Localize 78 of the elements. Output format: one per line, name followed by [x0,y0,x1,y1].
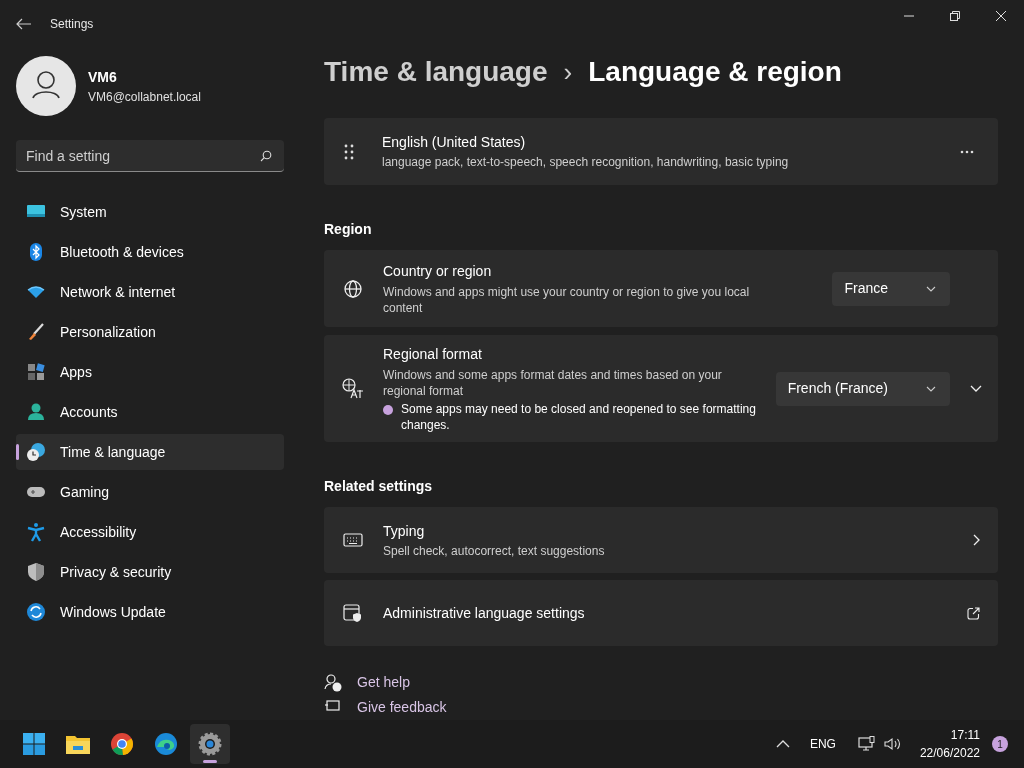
external-link-icon [967,606,980,620]
wave-browser-icon [154,732,178,756]
clock-time[interactable]: 17:11 [950,726,980,744]
drag-handle-icon[interactable] [344,143,354,160]
network-icon[interactable] [857,736,876,752]
dropdown[interactable]: France [832,271,950,306]
search-field[interactable]: Find a setting [16,140,284,172]
avatar-icon [16,56,76,116]
globe-icon [343,278,363,299]
sidebar-item[interactable]: Accounts [16,394,284,430]
language-description: language pack, text-to-speech, speech recognition, handwriting, basic typing [382,154,790,171]
sidebar-item[interactable]: Apps [16,354,284,390]
breadcrumb-link[interactable]: Time & language [324,51,548,93]
taskbar-app[interactable] [190,724,230,764]
shield-icon [26,562,46,582]
update-icon [26,602,46,622]
chevron-down-icon [926,285,936,292]
setting-description: Spell check, autocorrect, text suggestions [383,542,606,560]
sidebar-item[interactable]: Privacy & security [16,554,284,590]
info-note: Some apps may need to be closed and reopened to see formatting changes. [401,401,757,433]
chevron-down-icon [926,385,936,392]
folder-icon [65,733,91,755]
apps-icon [26,362,46,382]
selection-indicator [16,444,19,460]
info-icon [383,405,393,415]
help-link[interactable]: Give feedback [357,697,447,718]
sidebar-item[interactable]: Network & internet [16,274,284,310]
setting-title: Administrative language settings [383,603,586,623]
breadcrumb-separator: › [563,55,573,89]
page-title: Language & region [588,55,842,89]
close-icon [996,11,1006,21]
setting-title: Typing [383,521,426,541]
sidebar-item[interactable]: Personalization [16,314,284,350]
language-icon [342,377,364,400]
window-shield-icon [343,603,363,623]
brush-icon [26,322,46,342]
gear-icon [198,732,222,756]
sidebar-item[interactable]: Gaming [16,474,284,510]
accessibility-icon [26,522,46,542]
setting-description: Windows and some apps format dates and times based on your regional format [383,367,723,399]
notification-badge[interactable]: 1 [992,736,1008,752]
user-email: VM6@collabnet.local [88,88,201,106]
sidebar-item[interactable]: Bluetooth & devices [16,234,284,270]
sidebar-item[interactable]: Time & language [16,434,284,470]
setting-title: Regional format [383,345,483,364]
chevron-up-icon[interactable] [775,740,790,748]
help-icon [324,673,342,692]
setting-description: Windows and apps might use your country or region to give you local content [383,284,751,316]
setting-title: Country or region [383,262,493,281]
language-title: English (United States) [382,133,527,152]
search-icon [260,150,272,162]
keyboard-icon [343,533,363,547]
sidebar-item[interactable]: Windows Update [16,594,284,630]
setting-card[interactable]: Typing Spell check, autocorrect, text suggestions [324,507,998,573]
window-title: Settings [50,16,94,33]
help-link[interactable]: Get help [357,672,410,693]
clock-date[interactable]: 22/06/2022 [919,744,980,762]
section-heading: Related settings [324,477,434,496]
input-language[interactable]: ENG [809,735,836,753]
chevron-right-icon [973,534,980,546]
sidebar-item[interactable]: System [16,194,284,230]
user-name: VM6 [88,67,118,87]
setting-card[interactable]: Administrative language settings [324,580,998,646]
start-icon [22,732,46,756]
more-icon[interactable] [960,149,974,154]
sidebar-item[interactable]: Accessibility [16,514,284,550]
person-icon [26,402,46,422]
restore-icon [950,11,960,21]
chevron-down-icon[interactable] [970,384,982,393]
dropdown[interactable]: French (France) [775,371,950,406]
section-heading: Region [324,220,373,239]
back-icon[interactable] [16,18,32,30]
volume-icon[interactable] [883,737,902,751]
active-indicator [203,760,217,763]
language-card[interactable]: English (United States) language pack, text-to-speech, speech recognition, handwriting, basic typing [324,118,998,185]
clock-globe-icon [26,442,46,462]
minimize-icon [904,15,914,17]
browser-icon [110,732,134,756]
